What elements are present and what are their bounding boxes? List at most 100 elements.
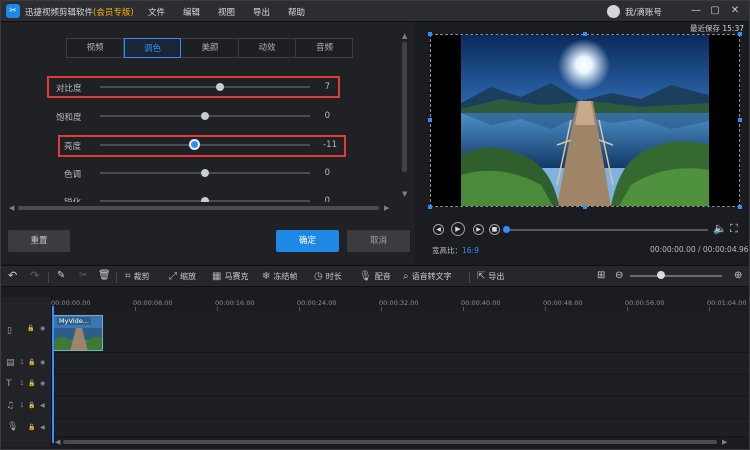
lock-icon[interactable]: 🔓 [28, 380, 35, 387]
menu-file[interactable]: 文件 [148, 6, 165, 18]
pip-track-lane[interactable] [52, 353, 749, 375]
timeline-zoom-slider[interactable] [630, 275, 722, 277]
resize-handle-bottom[interactable] [583, 205, 587, 209]
resize-handle-tl[interactable] [428, 32, 432, 36]
panel-vertical-scrollbar[interactable] [402, 42, 407, 172]
tab-color[interactable]: 调色 [124, 38, 181, 58]
menu-edit[interactable]: 编辑 [183, 6, 200, 18]
saturation-slider-knob[interactable] [201, 112, 209, 120]
cancel-button[interactable]: 取消 [347, 230, 410, 252]
panel-horizontal-scrollbar[interactable] [18, 206, 379, 210]
brightness-slider-knob[interactable] [189, 139, 200, 150]
time-tick-label: 00:00:40.00 [461, 299, 501, 307]
brightness-track[interactable] [100, 144, 310, 146]
redo-icon[interactable]: ↷ [30, 269, 39, 282]
eye-icon[interactable]: ◉ [40, 325, 45, 332]
speaker-icon[interactable]: ◀ [40, 424, 45, 431]
account-menu[interactable]: 我/滴账号 [607, 5, 677, 19]
minimize-icon[interactable]: — [690, 5, 702, 17]
time-tick-label: 00:00:24.00 [297, 299, 337, 307]
stop-icon[interactable]: ■ [489, 224, 500, 235]
scroll-right-icon[interactable]: ▶ [384, 204, 389, 212]
fullscreen-icon[interactable]: ⛶ [730, 222, 738, 236]
video-clip[interactable]: MyVide... [53, 315, 103, 351]
playback-progress-knob[interactable] [503, 226, 510, 233]
contrast-slider-knob[interactable] [215, 83, 224, 91]
mosaic-tool[interactable]: ▦ 马赛克 [212, 271, 248, 282]
last-saved-info: 最近保存 15:37 [690, 24, 744, 33]
duration-tool[interactable]: ◷ 时长 [314, 271, 342, 282]
sharpen-slider-knob[interactable] [201, 197, 209, 202]
resize-handle-bl[interactable] [428, 205, 432, 209]
export-tool[interactable]: ⇱ 导出 [477, 271, 504, 282]
menu-view[interactable]: 视图 [218, 6, 235, 18]
timeline-zoom-knob[interactable] [657, 271, 665, 279]
fit-timeline-icon[interactable]: ⊞ [597, 270, 605, 281]
zoom-tool[interactable]: ⤢ 缩放 [169, 271, 196, 282]
timeline-scroll-left-icon[interactable]: ◀ [55, 438, 60, 446]
menu-help[interactable]: 帮助 [288, 6, 305, 18]
playback-progress-bar[interactable] [505, 229, 708, 231]
dub-tool[interactable]: 🎙 配音 [359, 271, 391, 282]
freeze-frame-label: 冻结帧 [273, 272, 298, 281]
account-name: 我/滴账号 [625, 8, 662, 18]
crop-tool[interactable]: ⌗ 裁剪 [125, 271, 150, 282]
sharpen-row-clip: 锐化 0 [0, 190, 400, 202]
time-tick-label: 00:00:00.00 [51, 299, 91, 307]
resize-handle-right[interactable] [738, 118, 742, 122]
voice-track-lane[interactable] [52, 419, 749, 437]
play-icon[interactable]: ▶ [451, 222, 465, 236]
scroll-left-icon[interactable]: ◀ [9, 204, 14, 212]
reset-button[interactable]: 重置 [8, 230, 70, 252]
toolbar-divider [469, 272, 470, 283]
lock-icon[interactable]: 🔓 [28, 359, 35, 366]
tab-video[interactable]: 视频 [67, 39, 124, 57]
volume-icon[interactable]: 🔈 [713, 222, 727, 235]
close-icon[interactable]: ✕ [729, 5, 741, 17]
time-tick-label: 00:01:04.00 [707, 299, 747, 307]
next-icon[interactable]: ▶ [473, 224, 484, 235]
undo-icon[interactable]: ↶ [8, 269, 17, 282]
tab-audio[interactable]: 音频 [296, 39, 353, 57]
delete-icon[interactable]: 🗑 [98, 270, 111, 281]
speaker-icon[interactable]: ◀ [40, 402, 45, 409]
aspect-ratio-value[interactable]: 16:9 [462, 246, 479, 255]
scroll-up-icon[interactable]: ▲ [402, 32, 407, 40]
menu-export[interactable]: 导出 [253, 6, 270, 18]
timeline-scrollbar[interactable] [63, 440, 717, 444]
toolbar-divider [116, 272, 117, 283]
eye-icon[interactable]: ◉ [40, 380, 45, 387]
zoom-out-icon[interactable]: ⊖ [615, 270, 623, 281]
edit-icon[interactable]: ✎ [57, 270, 65, 281]
split-icon[interactable]: ✂ [79, 270, 87, 281]
lock-icon[interactable]: 🔓 [28, 424, 35, 431]
tab-motion[interactable]: 动效 [239, 39, 296, 57]
speech-to-text-tool[interactable]: ⌕ 语音转文字 [403, 271, 452, 282]
timeline-scroll-right-icon[interactable]: ▶ [722, 438, 727, 446]
video-track-lane[interactable] [52, 311, 749, 353]
freeze-frame-tool[interactable]: ❄ 冻结帧 [262, 271, 297, 282]
scroll-down-icon[interactable]: ▼ [402, 190, 407, 198]
resize-handle-left[interactable] [428, 118, 432, 122]
hue-slider-knob[interactable] [201, 169, 209, 177]
maximize-icon[interactable]: ▢ [709, 5, 721, 17]
resize-handle-br[interactable] [738, 205, 742, 209]
time-tick-label: 00:00:56.00 [625, 299, 665, 307]
zoom-in-icon[interactable]: ⊕ [734, 270, 742, 281]
music-track-lane[interactable] [52, 397, 749, 419]
resize-handle-tr[interactable] [738, 32, 742, 36]
text-track-lane[interactable] [52, 375, 749, 397]
eye-icon[interactable]: ◉ [40, 359, 45, 366]
scissors-logo-icon: ✂ [6, 4, 20, 18]
contrast-track[interactable] [100, 86, 310, 88]
ok-button[interactable]: 确定 [276, 230, 339, 252]
lock-icon[interactable]: 🔓 [28, 402, 35, 409]
zoom-icon: ⤢ [169, 271, 177, 282]
mosaic-label: 马赛克 [224, 272, 249, 281]
contrast-value: 7 [324, 82, 330, 92]
lock-icon[interactable]: 🔓 [27, 325, 34, 332]
resize-handle-top[interactable] [583, 32, 587, 36]
playhead[interactable] [52, 306, 54, 443]
tab-beauty[interactable]: 美颜 [182, 39, 239, 57]
prev-icon[interactable]: ◀ [433, 224, 444, 235]
